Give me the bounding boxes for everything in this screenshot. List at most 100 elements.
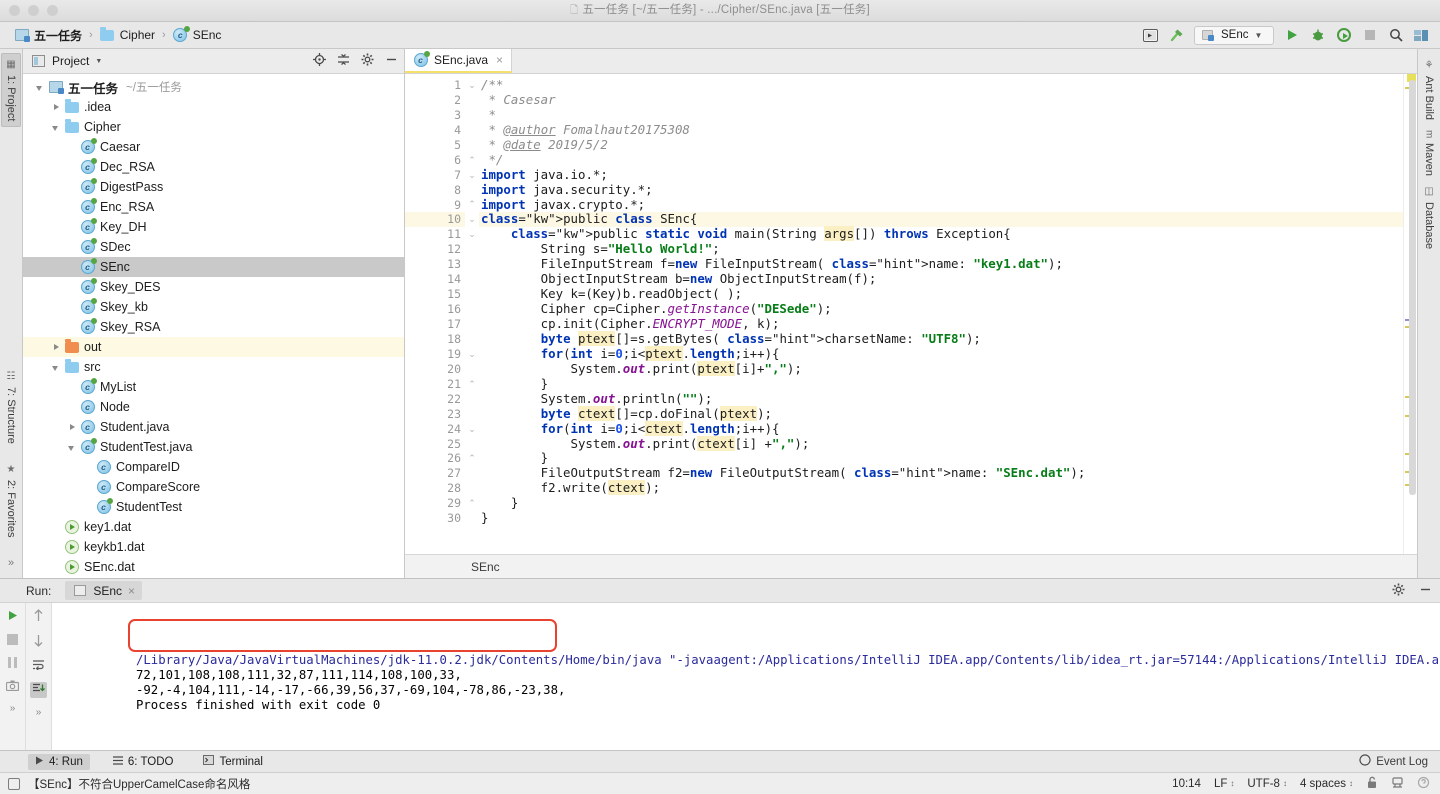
chevron-right-icon[interactable]	[67, 422, 78, 433]
update-project-icon[interactable]	[1142, 27, 1159, 44]
run-configuration-selector[interactable]: SEnc ▼	[1194, 25, 1274, 45]
close-window-button[interactable]	[9, 5, 20, 16]
breadcrumb-item-senc[interactable]: c SEnc	[167, 25, 228, 45]
more-icon[interactable]: »	[10, 703, 16, 714]
line-number[interactable]: 30	[405, 511, 465, 526]
code-line[interactable]: * @date 2019/5/2	[479, 137, 1403, 153]
line-number[interactable]: 5	[405, 138, 465, 153]
code-line[interactable]: for(int i=0;i<ptext.length;i++){	[479, 345, 1403, 362]
sidebar-item-maven[interactable]: m Maven	[1420, 125, 1438, 181]
chevron-down-icon[interactable]	[51, 122, 62, 133]
locate-icon[interactable]	[313, 53, 326, 69]
code-line[interactable]: }	[479, 450, 1403, 466]
more-icon[interactable]: »	[36, 707, 42, 718]
tree-node-studenttest[interactable]: c StudentTest	[23, 497, 404, 517]
fold-marker[interactable]: ⌄	[465, 422, 479, 437]
chevron-right-icon[interactable]	[51, 102, 62, 113]
tree-node-keykb1-dat[interactable]: keykb1.dat	[23, 537, 404, 557]
hide-icon[interactable]	[385, 53, 398, 69]
tree-node-sdec[interactable]: c SDec	[23, 237, 404, 257]
code-line[interactable]: Cipher cp=Cipher.getInstance("DESede");	[479, 301, 1403, 317]
code-line[interactable]: cp.init(Cipher.ENCRYPT_MODE, k);	[479, 316, 1403, 332]
line-number[interactable]: 13	[405, 257, 465, 272]
line-number[interactable]: 18	[405, 332, 465, 347]
line-number[interactable]: 14	[405, 272, 465, 287]
sidebar-item-project[interactable]: ▦ 1: Project	[1, 53, 21, 128]
line-number[interactable]: 25	[405, 437, 465, 452]
fold-marker[interactable]: ⌃	[465, 198, 479, 213]
collapse-all-icon[interactable]	[337, 53, 350, 69]
line-number[interactable]: 23	[405, 407, 465, 422]
tree-node-key-dh[interactable]: c Key_DH	[23, 217, 404, 237]
code-line[interactable]: /**	[479, 77, 1403, 93]
editor-marker-gutter[interactable]	[1403, 74, 1417, 554]
settings-gear-icon[interactable]	[361, 53, 374, 69]
line-number[interactable]: 29	[405, 496, 465, 511]
tree-node-out[interactable]: out	[23, 337, 404, 357]
fold-marker[interactable]: ⌃	[465, 153, 479, 168]
indent-selector[interactable]: 4 spaces ↕	[1300, 778, 1353, 790]
editor-tab-senc[interactable]: c SEnc.java ×	[405, 49, 513, 73]
chevron-down-icon[interactable]	[51, 362, 62, 373]
search-everywhere-icon[interactable]	[1387, 27, 1404, 44]
bottom-tab-terminal[interactable]: Terminal	[196, 753, 269, 770]
tree-node-mylist[interactable]: c MyList	[23, 377, 404, 397]
chevron-down-icon[interactable]	[35, 82, 46, 93]
tree-node-key1-dat[interactable]: key1.dat	[23, 517, 404, 537]
line-number[interactable]: 11	[405, 227, 481, 242]
line-number[interactable]: 15	[405, 287, 465, 302]
line-number[interactable]: 27	[405, 466, 465, 481]
window-controls[interactable]	[0, 5, 58, 16]
expand-strip-icon[interactable]: »	[5, 552, 17, 574]
sidebar-item-structure[interactable]: ☷ 7: Structure	[2, 366, 20, 449]
tree-node-student-java[interactable]: c Student.java	[23, 417, 404, 437]
code-line[interactable]: System.out.print(ctext[i] +",");	[479, 435, 1403, 452]
line-number[interactable]: 7	[405, 168, 465, 183]
settings-gear-icon[interactable]	[1392, 583, 1405, 599]
fold-marker[interactable]: ⌃	[465, 377, 479, 392]
tree-node-enc-rsa[interactable]: c Enc_RSA	[23, 197, 404, 217]
tree-node-skey-des[interactable]: c Skey_DES	[23, 277, 404, 297]
encoding-selector[interactable]: UTF-8 ↕	[1247, 778, 1287, 790]
line-number[interactable]: 6	[405, 153, 465, 168]
line-number[interactable]: 1	[405, 78, 465, 93]
close-icon[interactable]: ×	[496, 53, 503, 67]
line-number[interactable]: 17	[405, 317, 465, 332]
code-line[interactable]: import java.io.*;	[479, 167, 1403, 183]
tree-node-senc[interactable]: c SEnc	[23, 257, 404, 277]
breadcrumb-item-project[interactable]: 五一任务	[8, 25, 88, 46]
run-coverage-icon[interactable]	[1335, 27, 1352, 44]
git-branch-icon[interactable]	[1391, 776, 1404, 792]
code-line[interactable]: System.out.println("");	[479, 391, 1403, 407]
fold-marker[interactable]: ⌃	[465, 451, 479, 466]
editor-code[interactable]: /** * Casesar * * @author Fomalhaut20175…	[479, 74, 1403, 554]
chevron-right-icon[interactable]	[51, 342, 62, 353]
code-line[interactable]: class="kw">public class SEnc{	[479, 211, 1403, 228]
caret-position[interactable]: 10:14	[1172, 778, 1201, 790]
build-hammer-icon[interactable]	[1168, 27, 1185, 44]
tree-node-comparescore[interactable]: c CompareScore	[23, 477, 404, 497]
line-number[interactable]: 16	[405, 302, 465, 317]
sidebar-item-favorites[interactable]: ★ 2: Favorites	[2, 459, 20, 542]
maximize-window-button[interactable]	[47, 5, 58, 16]
line-number[interactable]: 22	[405, 392, 465, 407]
fold-marker[interactable]: ⌄	[465, 227, 479, 242]
code-line[interactable]: FileInputStream f=new FileInputStream( c…	[479, 256, 1403, 272]
chevron-down-icon[interactable]: ▼	[95, 58, 102, 65]
down-arrow-icon[interactable]	[33, 634, 44, 650]
line-number[interactable]: 20	[405, 362, 465, 377]
tree-node-src[interactable]: src	[23, 357, 404, 377]
code-line[interactable]: for(int i=0;i<ctext.length;i++){	[479, 420, 1403, 437]
hide-icon[interactable]	[1419, 583, 1432, 599]
code-line[interactable]: import javax.crypto.*;	[479, 197, 1403, 213]
project-structure-icon[interactable]	[1413, 27, 1430, 44]
code-line[interactable]: }	[479, 495, 1403, 511]
soft-wrap-icon[interactable]	[32, 659, 45, 673]
run-console-output[interactable]: /Library/Java/JavaVirtualMachines/jdk-11…	[52, 603, 1440, 750]
tree-node-studenttest-java[interactable]: c StudentTest.java	[23, 437, 404, 457]
code-line[interactable]: class="kw">public static void main(Strin…	[479, 226, 1403, 242]
event-log-button[interactable]: Event Log	[1359, 754, 1440, 769]
tree-node-digestpass[interactable]: c DigestPass	[23, 177, 404, 197]
notifications-icon[interactable]	[1417, 776, 1430, 792]
tree-node-skey-kb[interactable]: c Skey_kb	[23, 297, 404, 317]
